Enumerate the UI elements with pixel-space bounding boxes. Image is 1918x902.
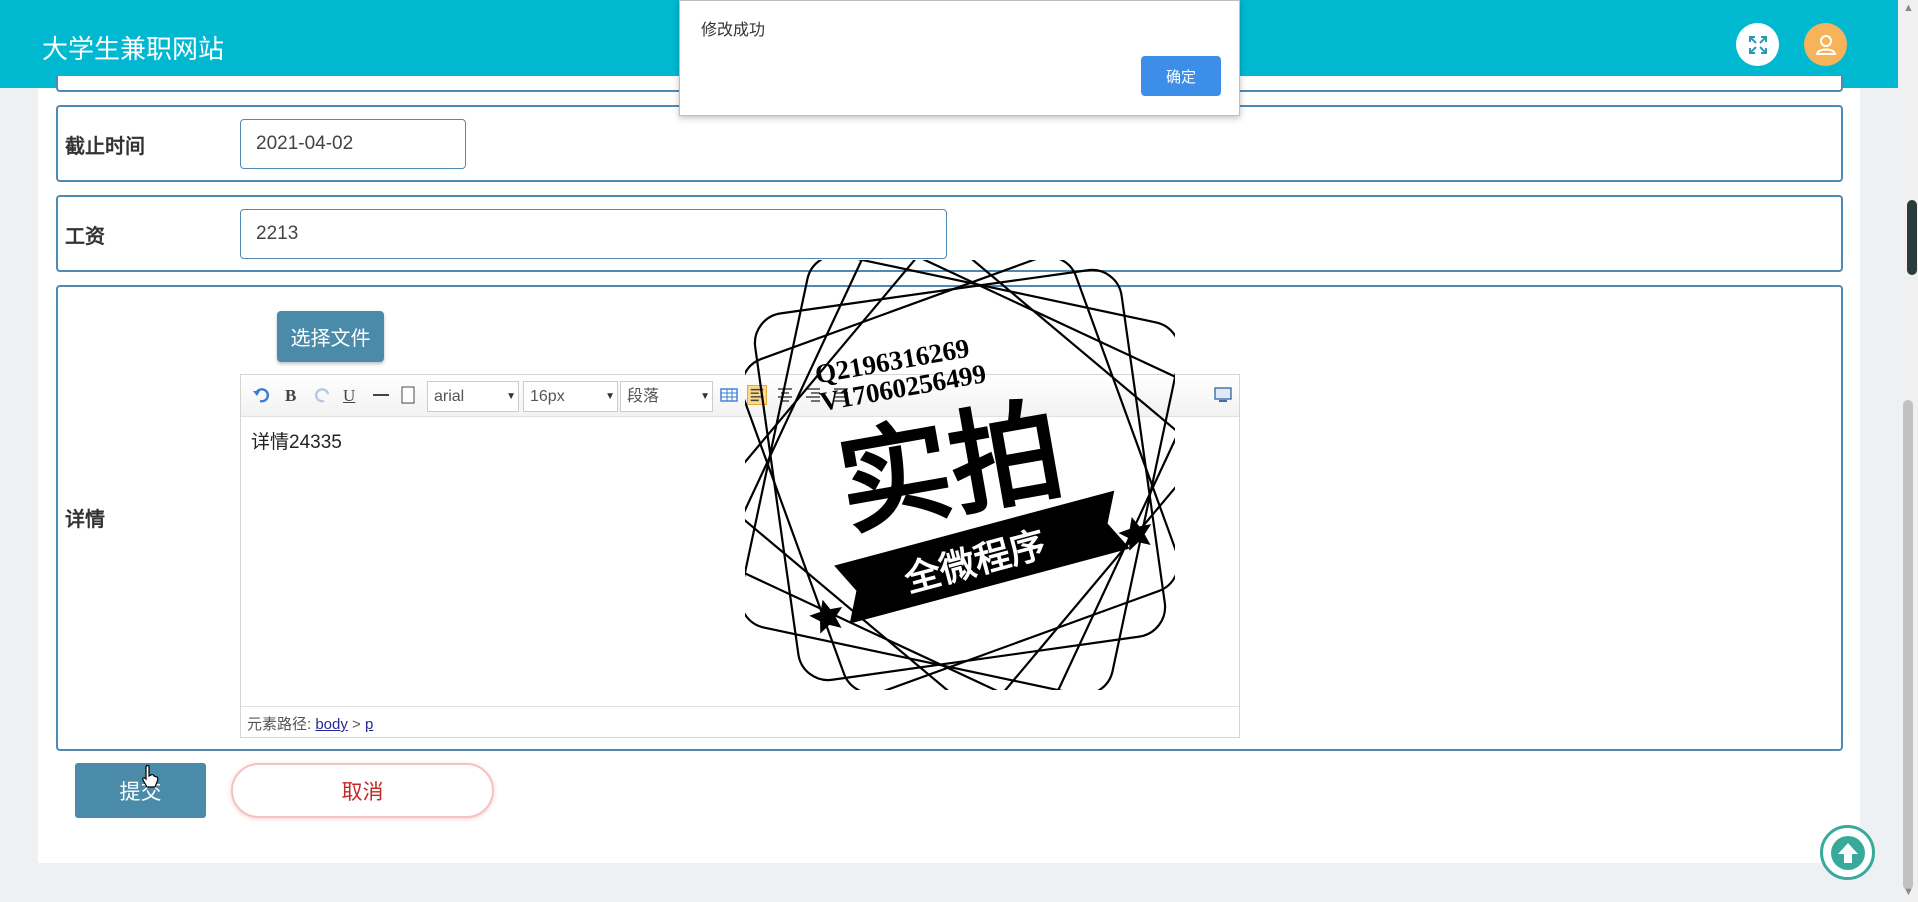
undo-icon[interactable]: [251, 385, 271, 405]
user-icon: [1815, 34, 1836, 55]
scroll-down-arrow-icon[interactable]: ▼: [1903, 886, 1914, 898]
fullscreen-icon: [1748, 35, 1767, 54]
dialog-message: 修改成功: [701, 22, 766, 39]
alert-dialog: 修改成功 确定: [679, 0, 1240, 116]
deadline-input[interactable]: 2021-04-02: [240, 119, 466, 169]
dialog-ok-button[interactable]: 确定: [1141, 56, 1221, 96]
chevron-down-icon: ▼: [700, 391, 710, 402]
cancel-button[interactable]: 取消: [231, 763, 494, 818]
paragraph-select[interactable]: 段落 ▼: [620, 381, 713, 412]
table-icon[interactable]: [719, 385, 739, 405]
detail-label: 详情: [65, 509, 105, 531]
salary-input[interactable]: 2213: [240, 209, 947, 259]
deadline-label: 截止时间: [65, 136, 145, 158]
font-size-select[interactable]: 16px ▼: [523, 381, 618, 412]
element-path-separator: >: [352, 716, 361, 733]
element-path-label: 元素路径:: [247, 716, 312, 733]
back-to-top-button[interactable]: [1820, 825, 1875, 880]
site-title: 大学生兼职网站: [42, 34, 225, 64]
element-path-bar: 元素路径: body > p: [241, 706, 1239, 737]
redo-icon[interactable]: [313, 385, 333, 405]
user-button[interactable]: [1804, 23, 1847, 66]
fullscreen-button[interactable]: [1736, 23, 1779, 66]
scrollbar-thumb[interactable]: [1903, 400, 1913, 890]
page-scrollbar[interactable]: [1898, 0, 1918, 902]
salary-label: 工资: [65, 226, 105, 248]
choose-file-button[interactable]: 选择文件: [277, 311, 384, 362]
hand-cursor-icon: [142, 765, 159, 788]
chevron-down-icon: ▼: [605, 391, 615, 402]
chevron-down-icon: ▼: [506, 391, 516, 402]
element-path-body-link[interactable]: body: [315, 716, 348, 733]
scrollbar-grip[interactable]: [1907, 200, 1917, 275]
font-family-select[interactable]: arial ▼: [427, 381, 519, 412]
scroll-up-arrow-icon[interactable]: ▲: [1903, 2, 1914, 14]
horizontal-rule-icon[interactable]: [371, 385, 391, 405]
bold-button[interactable]: B: [285, 386, 296, 406]
preview-icon[interactable]: [1213, 385, 1233, 405]
deadline-row: 截止时间 2021-04-02: [56, 105, 1843, 182]
element-path-p-link[interactable]: p: [365, 716, 373, 733]
watermark-stamp: Q2196316269 V17060256499 实拍 全微程序: [745, 260, 1175, 690]
underline-button[interactable]: U: [343, 386, 355, 406]
clear-format-icon[interactable]: [398, 385, 418, 405]
arrow-up-icon: [1830, 835, 1865, 870]
